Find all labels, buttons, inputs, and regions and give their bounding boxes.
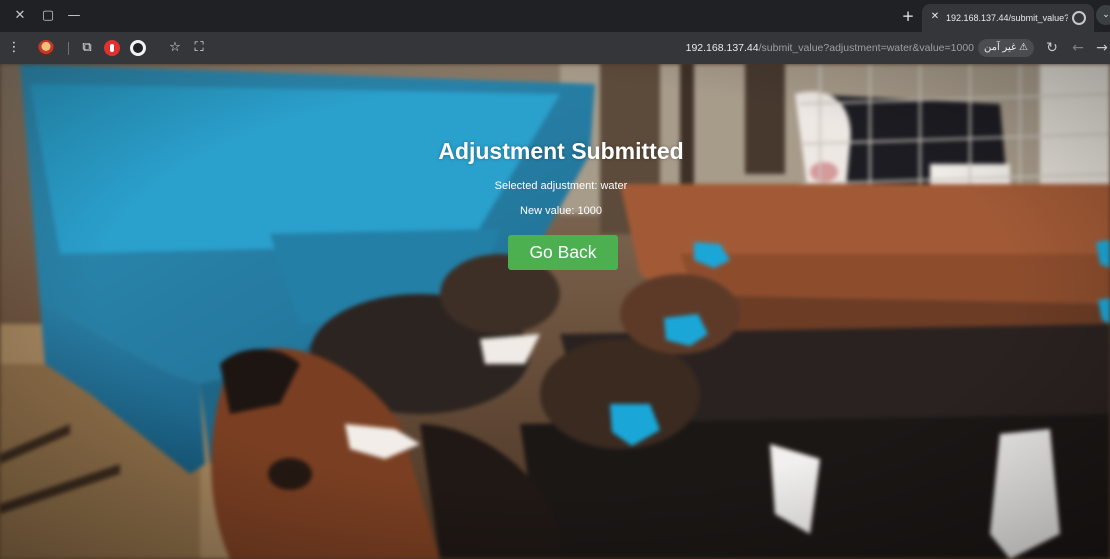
red-extension-icon[interactable]: [104, 40, 120, 56]
not-secure-chip[interactable]: ⚠ غير آمن: [978, 39, 1034, 57]
circle-extension-icon[interactable]: [130, 40, 146, 56]
kebab-menu-icon[interactable]: ⋮: [6, 39, 22, 57]
submission-result: Adjustment Submitted Selected adjustment…: [0, 64, 1110, 559]
selected-adjustment-text: Selected adjustment: water: [494, 180, 628, 192]
globe-icon: [1072, 11, 1086, 25]
new-value-text: New value: 1000: [520, 205, 602, 217]
tab-close-icon[interactable]: ✕: [928, 9, 942, 25]
chevron-down-icon[interactable]: ⌄: [1096, 5, 1110, 25]
active-tab[interactable]: ✕ 192.168.137.44/submit_value?a: [922, 4, 1094, 32]
minimize-window-icon[interactable]: —: [64, 6, 84, 26]
star-bookmark-icon[interactable]: ☆: [166, 39, 184, 57]
browser-title-bar: ✕ ▢ — + ✕ 192.168.137.44/submit_value?a …: [0, 0, 1110, 32]
address-bar-url[interactable]: 192.168.137.44/submit_value?adjustment=w…: [660, 41, 974, 55]
forward-arrow-icon[interactable]: →: [1094, 39, 1110, 57]
page-viewport: Adjustment Submitted Selected adjustment…: [0, 64, 1110, 559]
page-title: Adjustment Submitted: [438, 138, 684, 164]
reading-list-icon[interactable]: ⛶: [190, 39, 208, 57]
go-back-button[interactable]: Go Back: [508, 235, 618, 270]
close-window-icon[interactable]: ✕: [10, 6, 30, 26]
tab-title: 192.168.137.44/submit_value?a: [946, 13, 1068, 23]
profile-avatar[interactable]: [38, 40, 54, 56]
not-secure-label: غير آمن: [983, 42, 1017, 53]
toolbar-divider: [68, 42, 69, 55]
extensions-icon[interactable]: ⧉: [78, 39, 96, 57]
restore-window-icon[interactable]: ▢: [38, 6, 58, 26]
reload-icon[interactable]: ↻: [1042, 39, 1062, 57]
browser-toolbar: ⋮ ⧉ ☆ ⛶ 192.168.137.44/submit_value?adju…: [0, 32, 1110, 64]
warning-icon: ⚠: [1019, 42, 1029, 53]
url-host: 192.168.137.44: [685, 42, 759, 54]
new-tab-button[interactable]: +: [898, 6, 918, 26]
url-path: /submit_value?adjustment=water&value=100…: [758, 42, 974, 54]
back-arrow-icon[interactable]: ←: [1068, 39, 1088, 57]
